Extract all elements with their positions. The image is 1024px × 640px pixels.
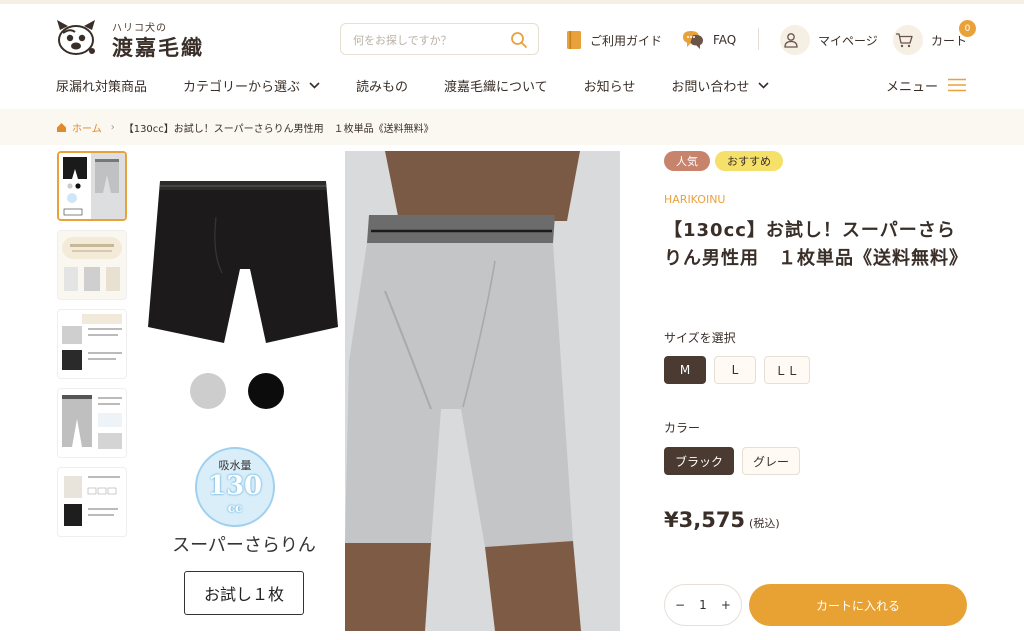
thumbnail-1[interactable] [57,151,127,221]
price-tax-note: (税込) [749,517,780,530]
color-swatch-gray [190,373,226,409]
thumbnail-image [58,310,126,378]
color-options: ブラック グレー [664,447,808,475]
home-icon [57,123,66,132]
thumbnail-image [58,389,126,457]
book-icon [567,31,581,49]
black-boxer-image [148,181,338,343]
dog-logo-icon [57,20,95,55]
main-product-image: 吸水量 130 cc スーパーさらりん お試し１枚 [140,151,620,631]
qty-plus-button[interactable]: + [721,598,731,612]
guide-label: ご利用ガイド [590,33,663,48]
color-option-black[interactable]: ブラック [664,447,735,475]
nav-label: 読みもの [356,79,409,95]
add-to-cart-button[interactable]: カートに入れる [749,584,967,626]
model-photo [345,151,620,631]
product-brand: HARIKOINU [664,193,726,206]
thumbnail-2[interactable] [57,230,127,300]
thumbnail-3[interactable] [57,309,127,379]
absorb-unit: cc [227,501,243,515]
nav-label: お知らせ [583,79,636,95]
thumbnail-4[interactable] [57,388,127,458]
faq-label: FAQ [713,33,737,47]
thumbnail-image [58,468,126,536]
faq-link[interactable]: FAQ [681,24,736,56]
guide-link[interactable]: ご利用ガイド [566,24,662,56]
product-title: 【130cc】お試し！スーパーさらりん男性用 １枚単品《送料無料》 [664,220,968,269]
chevron-down-icon [758,81,770,89]
thumbnail-image [59,153,125,219]
breadcrumb-separator: › [110,122,115,133]
cart-link[interactable]: カート [893,24,967,56]
nav-news[interactable]: お知らせ [584,76,636,95]
badge-popular: 人気 [664,151,710,171]
nav-about[interactable]: 渡嘉毛織について [444,76,548,95]
product-price: ¥3,575 (税込) [664,508,780,532]
breadcrumb-home[interactable]: ホーム [72,120,102,135]
chat-bubble-icon [683,31,703,49]
nav-incontinence[interactable]: 尿漏れ対策商品 [56,76,147,95]
size-option-m[interactable]: M [664,356,706,384]
nav-label: 尿漏れ対策商品 [56,79,148,95]
gallery-product-name: スーパーさらりん [172,535,316,556]
chevron-down-icon [309,81,320,89]
breadcrumb-current: 【130cc】お試し！スーパーさらりん男性用 １枚単品《送料無料》 [123,124,434,135]
cart-count-badge: 0 [959,20,976,37]
nav-label: 渡嘉毛織について [444,79,548,95]
search-icon[interactable] [510,31,528,49]
size-label: サイズを選択 [664,331,736,345]
thumbnail-list [57,151,129,546]
absorb-value: 130 [207,471,263,501]
qty-minus-button[interactable]: − [675,598,685,612]
mypage-link[interactable]: マイページ [780,24,878,56]
color-option-gray[interactable]: グレー [742,447,801,475]
top-strip [0,0,1024,4]
search-box [340,23,539,55]
mypage-label: マイページ [818,33,878,48]
trial-label: お試し１枚 [184,571,304,615]
menu-label: メニュー [886,79,939,95]
hamburger-icon [948,78,967,92]
product-badges: 人気 おすすめ [664,151,788,171]
menu-button[interactable]: メニュー [886,74,967,96]
absorb-badge: 吸水量 130 cc [195,447,275,527]
nav-categories[interactable]: カテゴリーから選ぶ [183,76,320,95]
header-divider [758,28,759,50]
search-input[interactable] [353,31,503,49]
nav-reading[interactable]: 読みもの [356,76,408,95]
cart-icon [893,25,923,55]
nav-contact[interactable]: お問い合わせ [671,76,770,95]
main-nav: 尿漏れ対策商品 カテゴリーから選ぶ 読みもの 渡嘉毛織について お知らせ お問い… [56,74,805,96]
qty-value[interactable]: 1 [699,598,707,612]
size-options: M L ＬＬ [664,356,818,384]
user-icon [780,25,810,55]
quantity-stepper: − 1 + [664,584,742,626]
color-label: カラー [664,421,701,435]
nav-label: お問い合わせ [671,79,750,95]
price-amount: ¥3,575 [664,508,746,532]
model-photo-illustration [345,151,620,631]
thumbnail-5[interactable] [57,467,127,537]
site-logo[interactable]: ハリコ犬の 渡嘉毛織 [54,18,214,60]
logo-brand-text: 渡嘉毛織 [112,35,204,60]
color-swatch-black [248,373,284,409]
size-option-ll[interactable]: ＬＬ [764,356,811,384]
badge-recommend: おすすめ [715,151,783,171]
thumbnail-image [58,231,126,299]
breadcrumb: ホーム › 【130cc】お試し！スーパーさらりん男性用 １枚単品《送料無料》 [56,120,434,135]
nav-label: カテゴリーから選ぶ [183,79,301,95]
size-option-l[interactable]: L [714,356,756,384]
